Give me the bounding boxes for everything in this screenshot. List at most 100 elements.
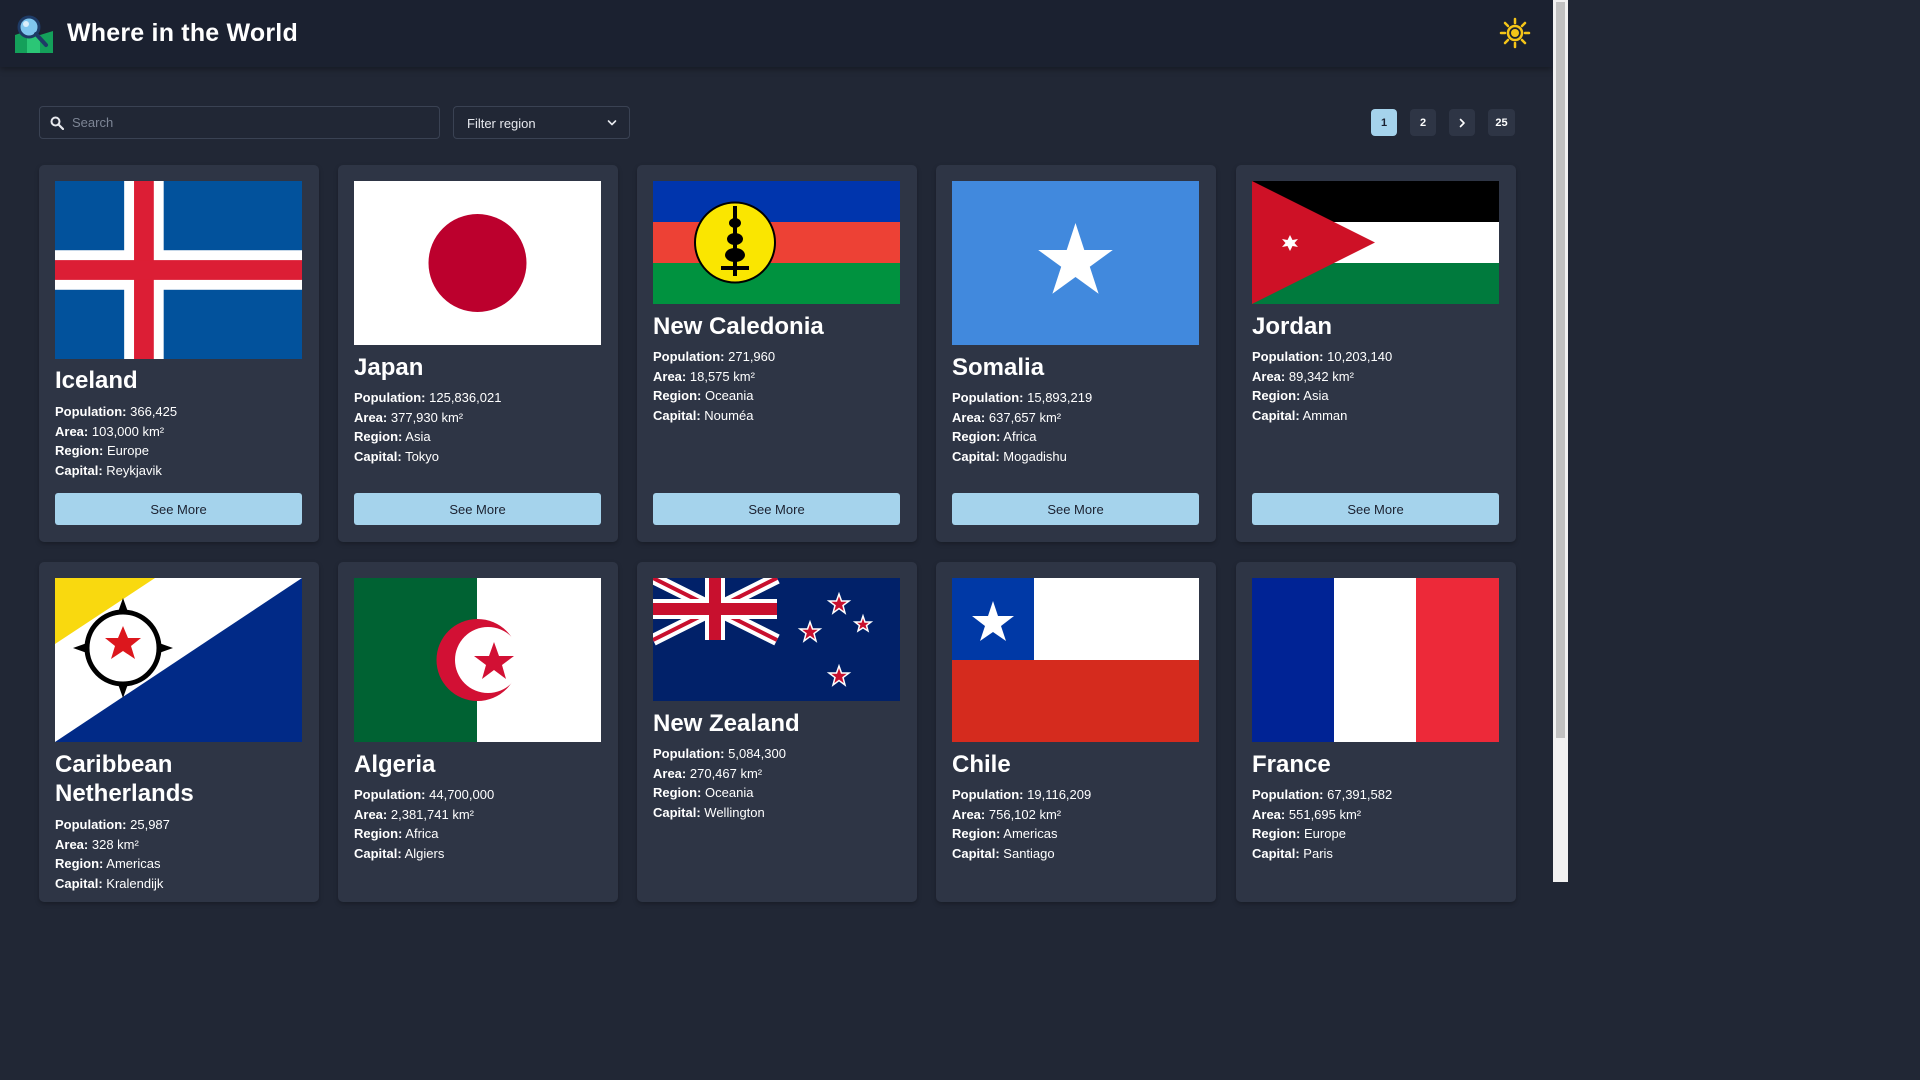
jordan-flag[interactable]	[1252, 181, 1499, 304]
country-name: Chile	[952, 751, 1011, 778]
country-card[interactable]: Japan Population: 125,836,021 Area: 377,…	[338, 165, 618, 542]
country-facts: Population: 25,987 Area: 328 km² Region:…	[55, 815, 305, 893]
country-card[interactable]: New Zealand Population: 5,084,300 Area: …	[637, 562, 917, 902]
population-value: 5,084,300	[728, 746, 786, 761]
country-facts: Population: 19,116,209 Area: 756,102 km²…	[952, 785, 1202, 863]
population-value: 44,700,000	[429, 787, 495, 802]
see-more-button[interactable]: See More	[354, 493, 601, 525]
area-value: 103,000 km²	[91, 423, 165, 439]
area-label: Area:	[55, 423, 89, 439]
page-scrollbar[interactable]	[1553, 0, 1568, 882]
region-label: Region:	[653, 388, 702, 404]
capital-label: Capital:	[1252, 845, 1300, 861]
country-name: Caribbean Netherlands	[55, 751, 194, 807]
france-flag[interactable]	[1252, 578, 1499, 742]
population-label: Population:	[354, 390, 426, 405]
country-card[interactable]: Iceland Population: 366,425 Area: 103,00…	[39, 165, 319, 542]
country-name: New Caledonia	[653, 313, 824, 340]
area-label: Area:	[1252, 806, 1286, 822]
population-value: 125,836,021	[429, 390, 502, 405]
region-label: Region:	[653, 785, 702, 801]
country-name: Jordan	[1252, 313, 1333, 340]
region-value: Asia	[1303, 388, 1329, 404]
region-label: Region:	[952, 826, 1001, 842]
new-zealand-flag[interactable]	[653, 578, 900, 701]
chile-flag[interactable]	[952, 578, 1199, 742]
population-label: Population:	[952, 787, 1024, 802]
population-label: Population:	[653, 746, 725, 761]
area-value: 270,467 km²	[689, 765, 763, 781]
area-value: 2,381,741 km²	[390, 806, 474, 822]
area-label: Area:	[653, 765, 687, 781]
area-label: Area:	[1252, 368, 1286, 384]
page-button-2[interactable]: 2	[1410, 109, 1436, 136]
iceland-flag[interactable]	[55, 181, 302, 359]
country-name: New Zealand	[653, 710, 800, 737]
search-input[interactable]	[72, 108, 432, 137]
world-map-search-logo-icon	[15, 15, 53, 53]
country-card[interactable]: Chile Population: 19,116,209 Area: 756,1…	[936, 562, 1216, 902]
area-value: 89,342 km²	[1288, 368, 1354, 384]
app-title: Where in the World	[67, 19, 298, 47]
region-label: Region:	[354, 826, 403, 842]
country-facts: Population: 5,084,300 Area: 270,467 km² …	[653, 744, 903, 822]
country-facts: Population: 15,893,219 Area: 637,657 km²…	[952, 388, 1202, 466]
page-button-25[interactable]: 25	[1488, 109, 1515, 136]
scrollbar-thumb[interactable]	[1556, 2, 1565, 738]
country-card[interactable]: Caribbean Netherlands Population: 25,987…	[39, 562, 319, 902]
new-caledonia-flag[interactable]	[653, 181, 900, 304]
search-icon	[50, 116, 64, 130]
capital-value: Santiago	[1003, 845, 1055, 861]
population-value: 67,391,582	[1327, 787, 1393, 802]
region-value: Africa	[405, 826, 439, 842]
country-facts: Population: 67,391,582 Area: 551,695 km²…	[1252, 785, 1502, 863]
region-value: Oceania	[705, 785, 754, 801]
search-box[interactable]	[39, 106, 440, 139]
country-name: Algeria	[354, 751, 436, 778]
population-value: 25,987	[130, 817, 170, 832]
somalia-flag[interactable]	[952, 181, 1199, 345]
caribbean-netherlands-flag[interactable]	[55, 578, 302, 742]
next-page-button[interactable]	[1449, 109, 1475, 136]
country-card[interactable]: Algeria Population: 44,700,000 Area: 2,3…	[338, 562, 618, 902]
filter-region-select[interactable]: Filter region	[453, 106, 630, 139]
region-label: Region:	[55, 856, 104, 872]
capital-label: Capital:	[653, 804, 701, 820]
capital-label: Capital:	[354, 448, 402, 464]
country-facts: Population: 125,836,021 Area: 377,930 km…	[354, 388, 604, 466]
region-value: Americas	[1003, 826, 1058, 842]
capital-label: Capital:	[354, 845, 402, 861]
country-card[interactable]: Jordan Population: 10,203,140 Area: 89,3…	[1236, 165, 1516, 542]
see-more-button[interactable]: See More	[952, 493, 1199, 525]
country-card[interactable]: New Caledonia Population: 271,960 Area: …	[637, 165, 917, 542]
page-button-1[interactable]: 1	[1371, 109, 1397, 136]
capital-label: Capital:	[952, 845, 1000, 861]
capital-label: Capital:	[952, 448, 1000, 464]
population-label: Population:	[1252, 349, 1324, 364]
see-more-button[interactable]: See More	[1252, 493, 1499, 525]
see-more-button[interactable]: See More	[653, 493, 900, 525]
population-value: 366,425	[130, 404, 178, 419]
japan-flag[interactable]	[354, 181, 601, 345]
capital-label: Capital:	[55, 875, 103, 891]
area-label: Area:	[55, 836, 89, 852]
capital-value: Kralendijk	[106, 875, 164, 891]
population-value: 271,960	[728, 349, 776, 364]
region-value: Europe	[1304, 826, 1346, 842]
country-name: France	[1252, 751, 1331, 778]
country-facts: Population: 366,425 Area: 103,000 km² Re…	[55, 402, 305, 480]
see-more-button[interactable]: See More	[55, 493, 302, 525]
area-value: 328 km²	[91, 836, 139, 852]
sun-icon[interactable]	[1499, 17, 1531, 49]
population-label: Population:	[653, 349, 725, 364]
area-label: Area:	[952, 409, 986, 425]
filter-region-label: Filter region	[467, 116, 536, 131]
capital-value: Paris	[1303, 845, 1333, 861]
country-card[interactable]: Somalia Population: 15,893,219 Area: 637…	[936, 165, 1216, 542]
capital-value: Mogadishu	[1003, 448, 1067, 464]
area-value: 377,930 km²	[390, 409, 464, 425]
capital-label: Capital:	[1252, 407, 1300, 423]
algeria-flag[interactable]	[354, 578, 601, 742]
country-card[interactable]: France Population: 67,391,582 Area: 551,…	[1236, 562, 1516, 902]
region-value: Africa	[1003, 429, 1037, 445]
